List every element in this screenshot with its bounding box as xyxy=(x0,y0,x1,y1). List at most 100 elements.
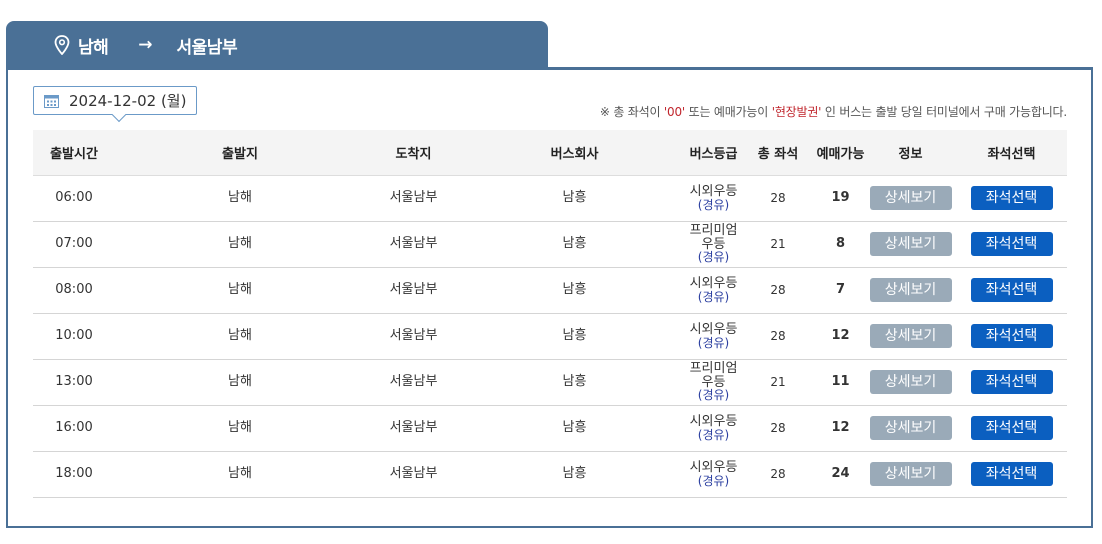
destination: 서울남부 xyxy=(365,267,462,314)
bus-company: 남흥 xyxy=(462,175,687,222)
bus-grade-name: 시외우등 xyxy=(689,321,738,337)
table-row: 16:00 남해 서울남부 남흥 시외우등 (경유) 28 12 상세보기 좌석선택 xyxy=(33,405,1067,452)
bus-company: 남흥 xyxy=(462,313,687,360)
available-seats: 7 xyxy=(816,267,865,314)
departure-time: 13:00 xyxy=(33,359,115,406)
info-cell: 상세보기 xyxy=(865,405,956,452)
origin: 남해 xyxy=(115,267,365,314)
seat-select-button[interactable]: 좌석선택 xyxy=(970,462,1053,486)
departure-time: 08:00 xyxy=(33,267,115,314)
origin: 남해 xyxy=(115,359,365,406)
origin-city: 남해 xyxy=(78,37,109,58)
total-seats: 28 xyxy=(740,405,816,452)
table-header-row: 출발시간 출발지 도착지 버스회사 버스등급 총 좌석 예매가능 정보 좌석선택 xyxy=(33,130,1067,176)
origin: 남해 xyxy=(115,221,365,268)
info-cell: 상세보기 xyxy=(865,175,956,222)
origin: 남해 xyxy=(115,451,365,498)
total-seats: 21 xyxy=(740,359,816,406)
detail-view-button[interactable]: 상세보기 xyxy=(869,370,952,394)
bus-grade: 시외우등 (경유) xyxy=(687,313,740,360)
table-row: 08:00 남해 서울남부 남흥 시외우등 (경유) 28 7 상세보기 좌석선택 xyxy=(33,267,1067,314)
origin: 남해 xyxy=(115,313,365,360)
arrow-right-icon: → xyxy=(138,35,153,55)
date-label: 2024-12-02 (월) xyxy=(69,92,187,110)
info-cell: 상세보기 xyxy=(865,267,956,314)
available-seats: 8 xyxy=(816,221,865,268)
seat-select-button[interactable]: 좌석선택 xyxy=(970,416,1053,440)
destination: 서울남부 xyxy=(365,405,462,452)
departure-time: 06:00 xyxy=(33,175,115,222)
bus-grade: 프리미엄우등 (경유) xyxy=(687,359,740,406)
seat-select-button[interactable]: 좌석선택 xyxy=(970,278,1053,302)
info-cell: 상세보기 xyxy=(865,221,956,268)
detail-view-button[interactable]: 상세보기 xyxy=(869,462,952,486)
bus-company: 남흥 xyxy=(462,451,687,498)
bus-company: 남흥 xyxy=(462,267,687,314)
total-seats: 28 xyxy=(740,267,816,314)
available-seats: 24 xyxy=(816,451,865,498)
detail-view-button[interactable]: 상세보기 xyxy=(869,186,952,210)
departure-time: 18:00 xyxy=(33,451,115,498)
header-seat-select: 좌석선택 xyxy=(956,130,1067,176)
header-destination: 도착지 xyxy=(365,130,462,176)
detail-view-button[interactable]: 상세보기 xyxy=(869,278,952,302)
date-selector[interactable]: 2024-12-02 (월) xyxy=(33,86,197,115)
destination: 서울남부 xyxy=(365,313,462,360)
location-pin-icon xyxy=(54,35,70,55)
header-available: 예매가능 xyxy=(816,130,865,176)
header-bus-grade: 버스등급 xyxy=(687,130,740,176)
detail-view-button[interactable]: 상세보기 xyxy=(869,324,952,348)
total-seats: 28 xyxy=(740,451,816,498)
info-cell: 상세보기 xyxy=(865,313,956,360)
seat-select-button[interactable]: 좌석선택 xyxy=(970,186,1053,210)
bus-grade: 시외우등 (경유) xyxy=(687,267,740,314)
bus-grade-name: 프리미엄우등 xyxy=(689,223,738,252)
destination: 서울남부 xyxy=(365,175,462,222)
calendar-icon xyxy=(44,94,59,108)
bus-grade: 시외우등 (경유) xyxy=(687,175,740,222)
total-seats: 21 xyxy=(740,221,816,268)
header-info: 정보 xyxy=(865,130,956,176)
seat-select-button[interactable]: 좌석선택 xyxy=(970,232,1053,256)
departure-time: 10:00 xyxy=(33,313,115,360)
info-cell: 상세보기 xyxy=(865,451,956,498)
bus-grade: 프리미엄우등 (경유) xyxy=(687,221,740,268)
destination: 서울남부 xyxy=(365,359,462,406)
bus-company: 남흥 xyxy=(462,405,687,452)
available-seats: 12 xyxy=(816,405,865,452)
header-origin: 출발지 xyxy=(115,130,365,176)
table-row: 13:00 남해 서울남부 남흥 프리미엄우등 (경유) 21 11 상세보기 좌석선택 xyxy=(33,359,1067,406)
seat-select-button[interactable]: 좌석선택 xyxy=(970,370,1053,394)
info-cell: 상세보기 xyxy=(865,359,956,406)
bus-grade-route-type: (경유) xyxy=(697,473,730,488)
bus-company: 남흥 xyxy=(462,359,687,406)
destination-city: 서울남부 xyxy=(176,37,238,58)
bus-grade: 시외우등 (경유) xyxy=(687,405,740,452)
available-seats: 11 xyxy=(816,359,865,406)
header-bus-company: 버스회사 xyxy=(462,130,687,176)
seat-select-cell: 좌석선택 xyxy=(956,267,1067,314)
seat-select-cell: 좌석선택 xyxy=(956,451,1067,498)
available-seats: 12 xyxy=(816,313,865,360)
header-total-seats: 총 좌석 xyxy=(740,130,816,176)
seat-select-button[interactable]: 좌석선택 xyxy=(970,324,1053,348)
table-row: 06:00 남해 서울남부 남흥 시외우등 (경유) 28 19 상세보기 좌석선택 xyxy=(33,175,1067,222)
bus-grade-route-type: (경유) xyxy=(697,197,730,212)
detail-view-button[interactable]: 상세보기 xyxy=(869,232,952,256)
schedule-panel: 2024-12-02 (월) ※ 총 좌석이 '00' 또는 예매가능이 '현장… xyxy=(6,67,1093,528)
bus-grade-name: 시외우등 xyxy=(689,459,738,475)
total-seats: 28 xyxy=(740,313,816,360)
purchase-notice: ※ 총 좌석이 '00' 또는 예매가능이 '현장발권' 인 버스는 출발 당일… xyxy=(599,105,1067,119)
bus-grade-name: 시외우등 xyxy=(689,413,738,429)
bus-company: 남흥 xyxy=(462,221,687,268)
seat-select-cell: 좌석선택 xyxy=(956,359,1067,406)
departure-time: 16:00 xyxy=(33,405,115,452)
seat-select-cell: 좌석선택 xyxy=(956,313,1067,360)
origin: 남해 xyxy=(115,405,365,452)
detail-view-button[interactable]: 상세보기 xyxy=(869,416,952,440)
table-row: 07:00 남해 서울남부 남흥 프리미엄우등 (경유) 21 8 상세보기 좌석선택 xyxy=(33,221,1067,268)
available-seats: 19 xyxy=(816,175,865,222)
destination: 서울남부 xyxy=(365,221,462,268)
bus-grade-route-type: (경유) xyxy=(697,335,730,350)
destination: 서울남부 xyxy=(365,451,462,498)
